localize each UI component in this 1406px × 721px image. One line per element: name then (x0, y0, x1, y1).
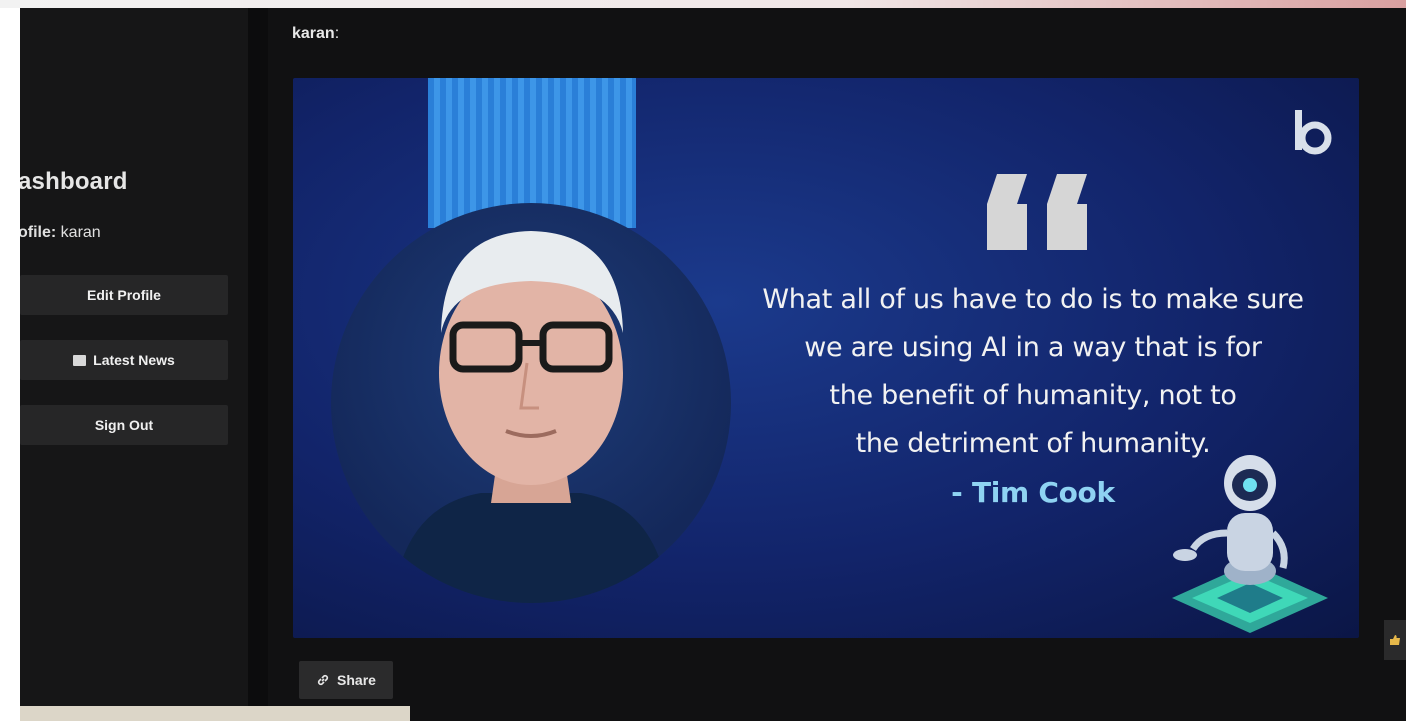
link-icon (317, 674, 329, 686)
edit-profile-label: Edit Profile (87, 287, 161, 303)
profile-line: ofile: karan (20, 224, 101, 242)
newspaper-icon (73, 354, 87, 366)
b-logo-icon (1295, 110, 1332, 155)
share-label: Share (337, 672, 376, 688)
edit-profile-button[interactable]: Edit Profile (20, 275, 228, 315)
quote-mark-icon (987, 174, 1087, 250)
post-author[interactable]: karan: (292, 25, 339, 43)
post-author-name: karan (292, 25, 335, 42)
profile-name: karan (60, 224, 101, 241)
quote-text: What all of us have to do is to make sur… (762, 284, 1304, 459)
robot-chip-illustration (1172, 455, 1328, 633)
thumbs-up-icon (1390, 635, 1400, 645)
screen-top-edge (0, 0, 1406, 8)
portrait-illustration (401, 231, 661, 603)
post-feed: karan: What all of us have to do is to m… (268, 8, 1406, 721)
sign-out-button[interactable]: Sign Out (20, 405, 228, 445)
share-button[interactable]: Share (299, 661, 393, 699)
post-author-colon: : (334, 25, 340, 42)
like-button[interactable] (1384, 620, 1406, 660)
person-photo (331, 203, 731, 603)
latest-news-label: Latest News (93, 352, 175, 368)
taskbar-strip (20, 706, 410, 721)
sidebar: ashboard ofile: karan Edit Profile Lates… (20, 8, 248, 721)
dashboard-title: ashboard (20, 168, 128, 195)
latest-news-button[interactable]: Latest News (20, 340, 228, 380)
profile-label: ofile: (20, 224, 57, 241)
sign-out-label: Sign Out (94, 417, 154, 433)
post-image[interactable]: What all of us have to do is to make sur… (293, 78, 1359, 638)
app-window: ashboard ofile: karan Edit Profile Lates… (20, 8, 1406, 721)
